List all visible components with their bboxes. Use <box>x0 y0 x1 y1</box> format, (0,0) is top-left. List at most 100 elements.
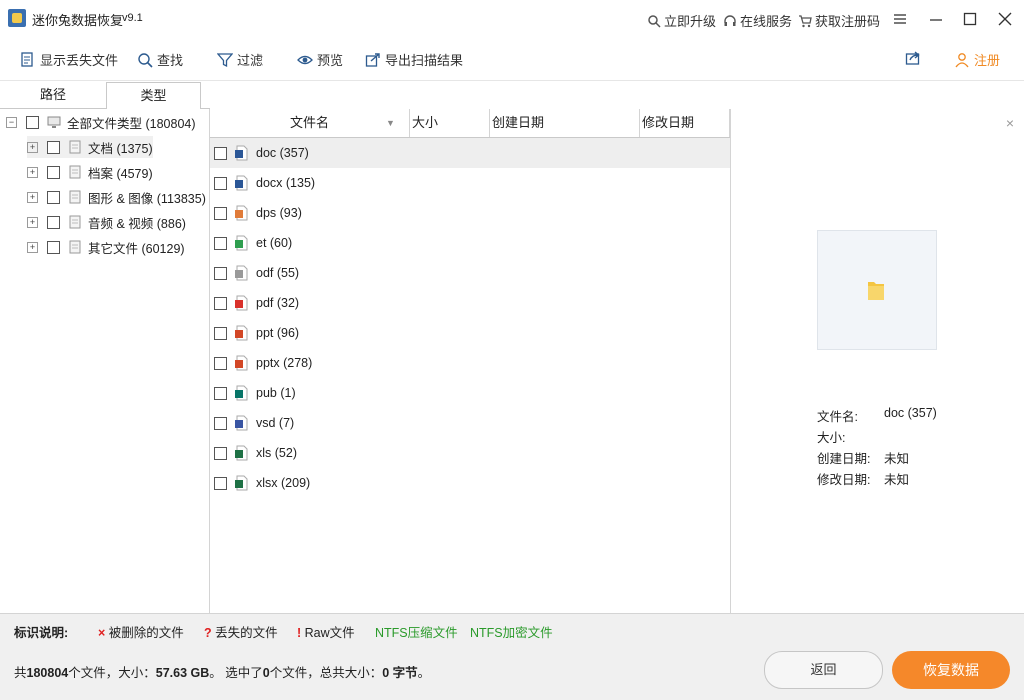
col-modified[interactable]: 修改日期 <box>640 109 730 137</box>
col-size[interactable]: 大小 <box>410 109 490 137</box>
preview-created-value: 未知 <box>884 452 910 466</box>
search-icon <box>138 52 153 68</box>
minimize-icon <box>930 19 942 21</box>
online-service-link[interactable]: 在线服务 <box>723 11 792 30</box>
tree-root-checkbox[interactable] <box>26 115 39 129</box>
row-checkbox[interactable] <box>214 326 227 340</box>
preview-modified-value: 未知 <box>884 473 910 487</box>
row-filename: pub (1) <box>256 386 296 400</box>
preview-close-icon[interactable]: × <box>1006 115 1014 131</box>
tree-item[interactable]: + 图形 & 图像 (113835) <box>27 186 206 208</box>
tree-item-checkbox[interactable] <box>47 240 60 254</box>
image-icon <box>69 190 81 204</box>
table-row[interactable]: ppt (96) <box>210 318 730 348</box>
tree-root[interactable]: − 全部文件类型 (180804) <box>6 111 196 133</box>
recover-button[interactable]: 恢复数据 <box>892 651 1010 689</box>
dps-icon <box>235 205 248 221</box>
share-button[interactable] <box>905 50 921 66</box>
upgrade-link[interactable]: 立即升级 <box>647 11 716 30</box>
row-filename: xls (52) <box>256 446 297 460</box>
tree-item[interactable]: + 其它文件 (60129) <box>27 236 185 258</box>
tree-item-label: 其它文件 (60129) <box>88 241 185 256</box>
list-header: 文件名 ▼ 大小 创建日期 修改日期 <box>210 109 730 138</box>
status-summary: 共180804个文件，大小：57.63 GB。 选中了0个文件，总共大小：0 字… <box>14 662 430 681</box>
table-row[interactable]: docx (135) <box>210 168 730 198</box>
row-filename: pptx (278) <box>256 356 313 370</box>
tab-path[interactable]: 路径 <box>0 82 106 108</box>
collapse-toggle[interactable]: − <box>6 116 17 128</box>
row-filename: vsd (7) <box>256 416 295 430</box>
back-button[interactable]: 返回 <box>764 651 883 689</box>
expand-toggle[interactable]: + <box>27 191 38 203</box>
status-total-size: 57.63 GB <box>155 666 210 680</box>
close-button[interactable] <box>992 6 1018 32</box>
preview-panel: × 文件名: doc (357) 大小: 创建日期: 未知 修改日期: 未知 <box>731 109 1024 613</box>
toolbar: 显示丢失文件 查找 过滤 预览 导出扫描结果 注册 <box>0 38 1024 81</box>
col-created[interactable]: 创建日期 <box>490 109 640 137</box>
show-lost-files-label: 显示丢失文件 <box>40 53 119 68</box>
row-checkbox[interactable] <box>214 206 227 220</box>
table-row[interactable]: pptx (278) <box>210 348 730 378</box>
export-label: 导出扫描结果 <box>385 53 464 68</box>
folder-icon <box>868 282 884 300</box>
maximize-icon <box>963 12 977 26</box>
get-code-link[interactable]: 获取注册码 <box>798 11 880 30</box>
preview-modified-label: 修改日期: <box>817 473 871 487</box>
tree-item-label: 音频 & 视频 (886) <box>88 216 186 231</box>
expand-toggle[interactable]: + <box>27 166 38 178</box>
row-checkbox[interactable] <box>214 266 227 280</box>
row-checkbox[interactable] <box>214 296 227 310</box>
row-checkbox[interactable] <box>214 176 227 190</box>
find-button[interactable]: 查找 <box>137 50 183 69</box>
table-row[interactable]: dps (93) <box>210 198 730 228</box>
filter-button[interactable]: 过滤 <box>217 50 263 69</box>
tree-item[interactable]: + 音频 & 视频 (886) <box>27 211 186 233</box>
legend-ntfs-encrypted: NTFS加密文件 <box>470 626 553 640</box>
row-checkbox[interactable] <box>214 416 227 430</box>
legend-bar: 标识说明: × 被删除的文件 ? 丢失的文件 ! Raw文件 NTFS压缩文件 … <box>0 613 1024 644</box>
word-icon <box>235 175 248 191</box>
menu-button[interactable] <box>887 6 913 32</box>
row-checkbox[interactable] <box>214 386 227 400</box>
tree-item[interactable]: + 档案 (4579) <box>27 161 153 183</box>
preview-button[interactable]: 预览 <box>297 50 343 69</box>
row-checkbox[interactable] <box>214 356 227 370</box>
register-button[interactable]: 注册 <box>954 50 1000 69</box>
filter-icon <box>217 52 233 67</box>
tab-type[interactable]: 类型 <box>106 82 201 110</box>
show-lost-files-button[interactable]: 显示丢失文件 <box>20 50 118 69</box>
table-row[interactable]: et (60) <box>210 228 730 258</box>
table-row[interactable]: odf (55) <box>210 258 730 288</box>
table-row[interactable]: xlsx (209) <box>210 468 730 498</box>
file-list: 文件名 ▼ 大小 创建日期 修改日期 doc (357) docx (135) dp… <box>210 109 731 613</box>
tree-item[interactable]: + 文档 (1375) <box>27 136 153 158</box>
tree-item-checkbox[interactable] <box>47 215 60 229</box>
expand-toggle[interactable]: + <box>27 241 38 253</box>
export-button[interactable]: 导出扫描结果 <box>365 50 463 69</box>
tree-item-checkbox[interactable] <box>47 140 60 154</box>
get-code-label: 获取注册码 <box>815 14 881 29</box>
tree-item-checkbox[interactable] <box>47 165 60 179</box>
expand-toggle[interactable]: + <box>27 216 38 228</box>
table-row[interactable]: pdf (32) <box>210 288 730 318</box>
minimize-button[interactable] <box>923 6 949 32</box>
row-checkbox[interactable] <box>214 446 227 460</box>
table-row[interactable]: xls (52) <box>210 438 730 468</box>
blank-file-icon <box>235 265 248 281</box>
preview-size-label: 大小: <box>817 431 846 445</box>
table-row[interactable]: doc (357) <box>210 138 730 168</box>
row-checkbox[interactable] <box>214 476 227 490</box>
row-checkbox[interactable] <box>214 146 227 160</box>
ppt-icon <box>235 325 248 341</box>
online-service-label: 在线服务 <box>740 14 793 29</box>
tree-item-checkbox[interactable] <box>47 190 60 204</box>
monitor-icon <box>47 116 61 128</box>
maximize-button[interactable] <box>957 6 983 32</box>
table-row[interactable]: pub (1) <box>210 378 730 408</box>
expand-toggle[interactable]: + <box>27 141 38 153</box>
status-selected-text: 个文件，总共大小： <box>269 666 383 680</box>
col-filename[interactable]: 文件名 ▼ <box>210 109 410 137</box>
tree-item-label: 档案 (4579) <box>88 166 153 181</box>
table-row[interactable]: vsd (7) <box>210 408 730 438</box>
row-checkbox[interactable] <box>214 236 227 250</box>
